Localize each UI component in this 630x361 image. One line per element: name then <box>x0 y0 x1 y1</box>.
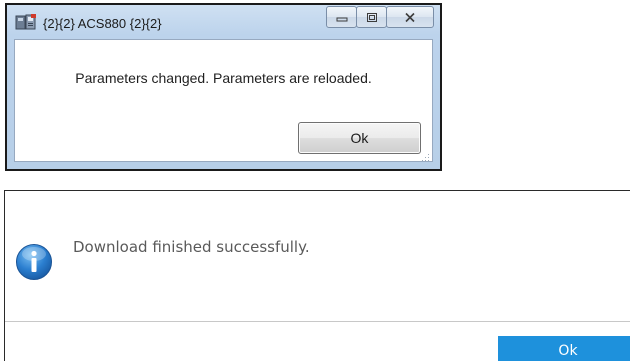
divider <box>5 321 630 322</box>
maximize-icon <box>366 12 378 23</box>
info-icon <box>15 243 53 281</box>
minimize-icon <box>336 12 348 22</box>
maximize-button[interactable] <box>356 6 387 28</box>
caption-buttons <box>326 6 434 28</box>
parameters-changed-dialog: {2}{2} ACS880 {2}{2} Parameters changed.… <box>5 3 442 171</box>
dialog-body: Parameters changed. Parameters are reloa… <box>14 39 433 162</box>
close-icon <box>404 12 416 23</box>
ok-button[interactable]: Ok <box>498 336 630 361</box>
minimize-button[interactable] <box>326 6 357 28</box>
message-text: Parameters changed. Parameters are reloa… <box>75 70 372 86</box>
resize-grip-icon[interactable] <box>420 149 430 161</box>
ok-button[interactable]: Ok <box>298 122 421 154</box>
title-bar[interactable]: {2}{2} ACS880 {2}{2} <box>7 5 440 39</box>
message-text: Download finished successfully. <box>73 238 310 256</box>
drive-app-icon <box>15 14 37 31</box>
window-title: {2}{2} ACS880 {2}{2} <box>43 16 162 31</box>
download-finished-dialog: Download finished successfully. Ok <box>4 190 630 361</box>
close-button[interactable] <box>386 6 434 28</box>
